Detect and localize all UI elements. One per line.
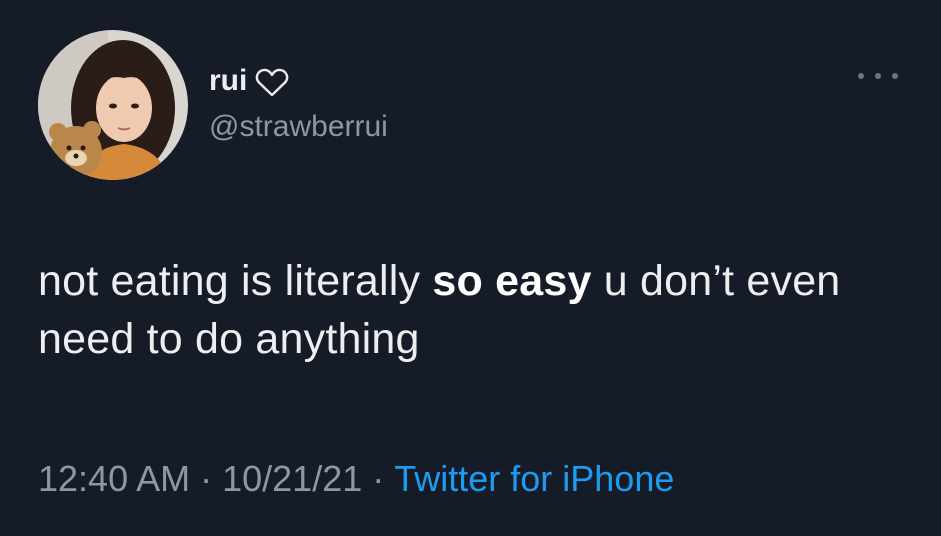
tweet-text-bold: so easy [432,257,592,305]
more-dot [858,73,864,79]
avatar-image [38,30,188,180]
meta-separator: · [372,458,385,499]
avatar[interactable] [38,30,188,180]
name-row: rui [209,64,289,98]
tweet-text-part: not eating is literally [38,257,433,305]
tweet-meta: 12:40 AM · 10/21/21 · Twitter for iPhone [38,457,674,501]
tweet-source-link[interactable]: Twitter for iPhone [394,458,674,499]
tweet-card: rui @strawberrui not eating is literally… [0,0,941,536]
heart-outline-icon [255,68,289,98]
tweet-time[interactable]: 12:40 AM [38,458,190,499]
tweet-text: not eating is literally so easy u don’t … [38,252,908,368]
user-handle[interactable]: @strawberrui [209,112,388,142]
more-dot [875,73,881,79]
meta-separator: · [200,458,213,499]
tweet-date[interactable]: 10/21/21 [222,458,362,499]
more-dot [892,73,898,79]
more-horizontal-icon[interactable] [858,66,898,86]
display-name[interactable]: rui [209,66,247,96]
